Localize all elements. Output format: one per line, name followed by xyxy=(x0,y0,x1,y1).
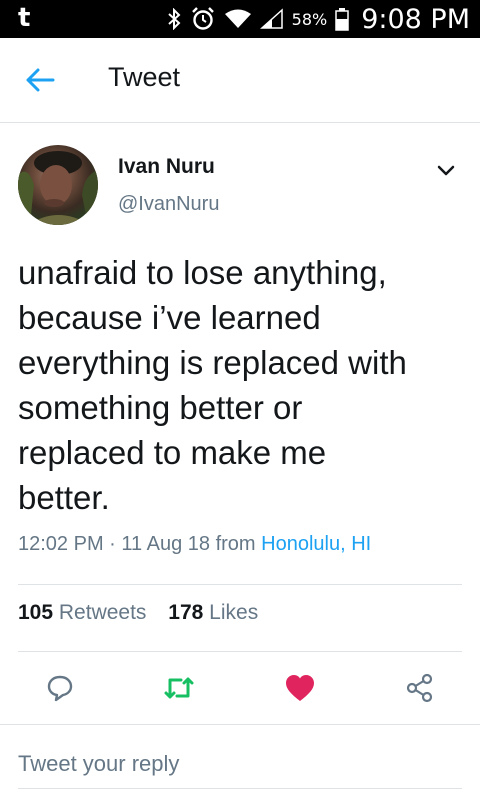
like-button[interactable] xyxy=(276,664,324,712)
status-bar: t 58% 9:08 PM xyxy=(0,0,480,38)
tweet-text: unafraid to lose anything, because i’ve … xyxy=(18,254,407,516)
heart-icon xyxy=(286,675,314,701)
wifi-icon xyxy=(224,0,252,38)
from-label: from xyxy=(215,533,256,555)
status-icons: 58% 9:08 PM xyxy=(166,0,470,38)
likes-label: Likes xyxy=(209,601,259,624)
status-time: 9:08 PM xyxy=(361,3,470,35)
back-button[interactable] xyxy=(18,58,62,102)
tweet-stats: 105 Retweets 178 Likes xyxy=(18,601,274,625)
divider xyxy=(18,584,462,585)
retweets-count: 105 xyxy=(18,601,54,624)
reply-input[interactable] xyxy=(18,744,462,784)
retweets-stat[interactable]: 105 Retweets xyxy=(18,601,146,624)
reply-button[interactable] xyxy=(36,664,84,712)
tweet-meta: 12:02 PM · 11 Aug 18 from Honolulu, HI xyxy=(18,533,371,556)
share-button[interactable] xyxy=(396,664,444,712)
meta-dot: · xyxy=(109,533,116,555)
retweet-icon xyxy=(164,677,194,699)
reply-box xyxy=(18,744,462,789)
retweets-label: Retweets xyxy=(58,601,147,624)
twitter-app-icon: t xyxy=(18,3,31,33)
retweet-button[interactable] xyxy=(155,664,203,712)
tweet-location-link[interactable]: Honolulu, HI xyxy=(261,533,371,555)
reply-icon xyxy=(47,675,73,702)
likes-count: 178 xyxy=(168,601,204,624)
avatar[interactable] xyxy=(18,145,98,225)
tweet-time: 12:02 PM xyxy=(18,533,104,555)
divider xyxy=(18,651,462,652)
chevron-down-icon xyxy=(437,165,455,176)
app-header: Tweet xyxy=(0,38,480,123)
page-title: Tweet xyxy=(108,62,181,92)
battery-icon xyxy=(335,0,349,38)
likes-stat[interactable]: 178 Likes xyxy=(168,601,258,624)
divider xyxy=(0,724,480,725)
tweet-menu-button[interactable] xyxy=(430,155,462,187)
tweet-date: 11 Aug 18 xyxy=(121,533,211,555)
avatar-image xyxy=(18,151,98,225)
alarm-icon xyxy=(190,0,216,38)
battery-percent: 58% xyxy=(291,9,328,29)
tweet-author: Ivan Nuru @IvanNuru xyxy=(18,145,462,225)
bluetooth-icon xyxy=(166,0,182,38)
author-name[interactable]: Ivan Nuru xyxy=(118,155,215,179)
tweet-actions xyxy=(0,664,480,712)
author-handle: @IvanNuru xyxy=(118,193,220,215)
signal-icon xyxy=(259,0,284,38)
arrow-left-icon xyxy=(26,68,55,92)
share-icon xyxy=(406,673,433,703)
